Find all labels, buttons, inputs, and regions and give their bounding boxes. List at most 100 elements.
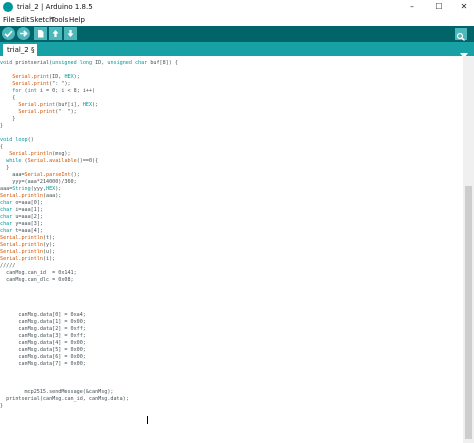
code-token: println [21, 242, 43, 248]
code-line: } [0, 165, 9, 172]
code-line: Serial.print(" "); [0, 109, 77, 116]
code-token: (": "); [49, 81, 71, 87]
code-token: ); [92, 102, 99, 108]
code-token: unsigned long [52, 60, 93, 66]
code-token: char [0, 214, 13, 220]
code-token: (buf[i], [55, 102, 83, 108]
code-token: print [33, 81, 50, 87]
code-token: canMsg.data[6] = 0x00; [0, 354, 86, 360]
code-line: canMsg.data[3] = 0xff; [0, 333, 85, 340]
code-line: ///// [0, 263, 15, 270]
code-token: (aaa); [42, 193, 62, 199]
code-token: HEX [82, 102, 93, 108]
code-token: } [0, 123, 4, 129]
code-token: { [0, 95, 16, 101]
tab-trial-2[interactable]: trial_2 § [3, 44, 37, 56]
code-token: Serial [0, 256, 19, 262]
code-token: Serial [18, 102, 37, 108]
new-icon[interactable] [34, 27, 47, 40]
code-line: Serial.println(y); [0, 242, 55, 249]
code-token: while [6, 158, 22, 164]
code-token: } [0, 116, 16, 122]
close-icon[interactable]: ✕ [455, 0, 473, 14]
code-token: ); [73, 74, 80, 80]
code-token: o=aaa[0]; [12, 200, 43, 206]
vertical-scrollbar[interactable] [463, 56, 474, 443]
code-token: (); [70, 172, 80, 178]
verify-icon[interactable] [2, 27, 15, 40]
upload-icon[interactable] [17, 27, 30, 40]
code-token: print [33, 74, 50, 80]
code-token: y=aaa[3]; [12, 221, 43, 227]
code-token: mcp2515.sendMessage(&canMsg); [0, 389, 114, 395]
save-icon[interactable] [64, 27, 77, 40]
code-token: loop [15, 137, 28, 143]
code-token: u=aaa[2]; [12, 214, 43, 220]
code-line: Serial.println(u); [0, 249, 55, 256]
code-line: canMsg.can_dlc = 0x08; [0, 277, 74, 284]
code-token: canMsg.data[1] = 0x00; [0, 319, 86, 325]
code-token: println [21, 235, 43, 241]
code-token: canMsg.can_dlc = 0x08; [0, 277, 74, 283]
menu-file[interactable]: File [3, 14, 15, 26]
code-line: Serial.println(i); [0, 256, 55, 263]
tab-bar: trial_2 § [0, 42, 474, 58]
code-line: void printserial(unsigned long ID, unsig… [0, 60, 178, 67]
code-token: println [21, 193, 43, 199]
code-line: char u=aaa[2]; [0, 214, 43, 221]
code-token: (msg); [52, 151, 71, 157]
code-token: Serial [18, 109, 37, 115]
code-token: char [0, 221, 13, 227]
code-token: Serial [0, 235, 19, 241]
code-token: i = 0; i < 8; i++) [36, 88, 96, 94]
code-token: HEX [64, 74, 74, 80]
minimize-icon[interactable]: – [403, 0, 421, 14]
code-token: (ID, [49, 74, 65, 80]
code-line: yyy=(aaa*214000)/360; [0, 179, 76, 186]
code-token: Serial [24, 172, 43, 178]
menu-edit[interactable]: Edit [16, 14, 30, 26]
code-token: int [27, 88, 37, 94]
maximize-icon[interactable]: ☐ [430, 0, 448, 14]
code-line: Serial.print(buf[i], HEX); [0, 102, 98, 109]
code-line: char y=aaa[3]; [0, 221, 43, 228]
code-token: canMsg.data[0] = 0xa4; [0, 312, 86, 318]
code-token: char [0, 207, 13, 213]
code-editor[interactable]: void printserial(unsigned long ID, unsig… [0, 56, 474, 443]
code-line: void loop() [0, 137, 34, 144]
code-line: aaa=String(yyy,HEX); [0, 186, 61, 193]
scrollbar-thumb[interactable] [465, 186, 472, 439]
menu-tools[interactable]: Tools [51, 14, 68, 26]
code-token: canMsg.data[4] = 0x00; [0, 340, 86, 346]
code-line: while (Serial.available()==0){ [0, 158, 98, 165]
code-token: canMsg.data[7] = 0x00; [0, 361, 86, 367]
code-token: canMsg.data[2] = 0xff; [0, 326, 86, 332]
text-caret [147, 416, 148, 424]
code-token: i=aaa[1]; [12, 207, 43, 213]
code-token: String [12, 186, 31, 192]
code-token: (t); [42, 235, 56, 241]
code-line: } [0, 403, 3, 410]
code-line: canMsg.data[4] = 0x00; [0, 340, 86, 347]
code-token: (" "); [55, 109, 77, 115]
menu-help[interactable]: Help [69, 14, 85, 26]
toolbar [0, 26, 474, 42]
code-token: println [21, 249, 43, 255]
code-token: buf[8]) { [147, 60, 178, 66]
code-token: () [27, 137, 34, 143]
code-token: void [0, 60, 13, 66]
code-line: } [0, 116, 15, 123]
serial-monitor-icon[interactable] [455, 28, 467, 41]
open-icon[interactable] [49, 27, 62, 40]
code-token: print [39, 109, 56, 115]
arduino-logo-icon [3, 2, 13, 12]
code-line: char o=aaa[0]; [0, 200, 43, 207]
code-line: canMsg.data[6] = 0x00; [0, 354, 86, 361]
code-token: } [0, 403, 4, 409]
tab-menu-icon[interactable] [459, 45, 469, 58]
code-token: available [49, 158, 77, 164]
code-token: (y); [42, 242, 56, 248]
code-token: canMsg.can_id = 0x141; [0, 270, 77, 276]
